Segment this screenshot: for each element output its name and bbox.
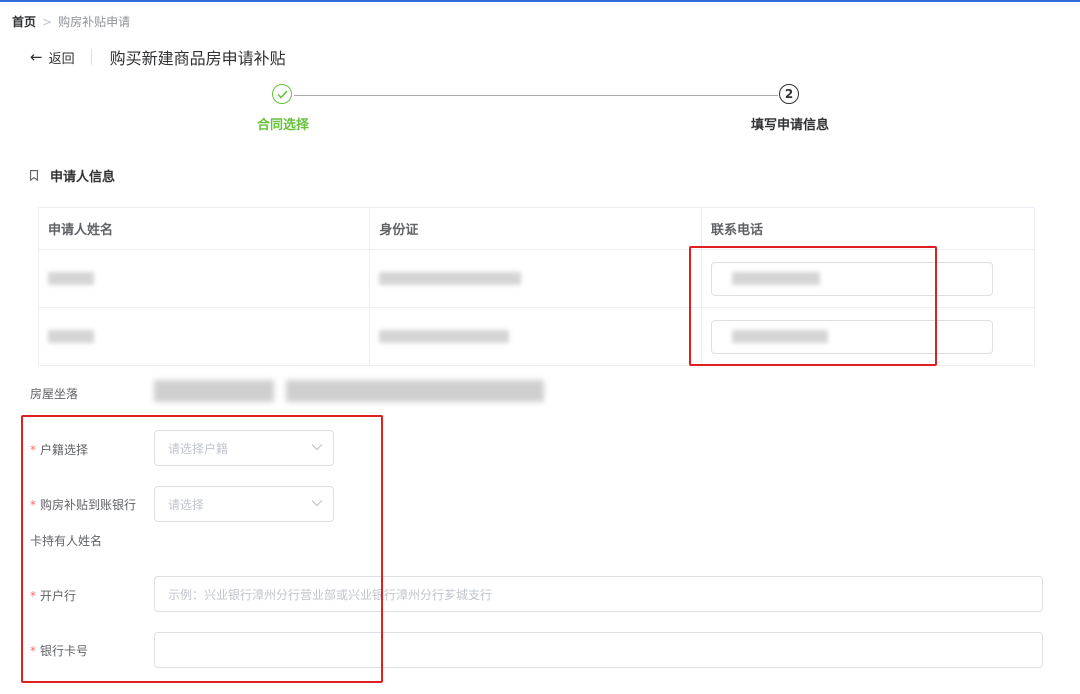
cell-name: [37, 249, 371, 308]
cell-id-card: [369, 249, 703, 308]
column-header-id-card: 身份证: [369, 207, 703, 250]
page-title: 购买新建商品房申请补贴: [109, 49, 286, 68]
cell-name: [37, 307, 371, 366]
column-header-name: 申请人姓名: [37, 207, 371, 250]
back-button[interactable]: 返回: [49, 48, 75, 67]
breadcrumb-current: 购房补贴申请: [58, 15, 131, 29]
highlight-box-form: [21, 415, 383, 683]
steps-indicator: 合同选择 2 填写申请信息: [0, 84, 1080, 144]
table-header-row: 申请人姓名 身份证 联系电话: [37, 207, 1035, 250]
page-header: ← 返回 购买新建商品房申请补贴: [30, 46, 286, 68]
step-1-label: 合同选择: [256, 118, 310, 133]
step-1-check-icon: [272, 84, 292, 104]
redacted-house-location: [154, 380, 274, 402]
section-title-text: 申请人信息: [50, 170, 116, 185]
redacted-name: [48, 272, 94, 285]
house-location-label: 房屋坐落: [30, 387, 79, 401]
redacted-name: [48, 330, 94, 343]
highlight-box-phone: [689, 246, 937, 366]
redacted-id-card: [379, 272, 522, 285]
column-header-phone: 联系电话: [701, 207, 1035, 250]
section-title: 申请人信息: [30, 166, 115, 185]
header-divider: [90, 49, 92, 65]
breadcrumb-home[interactable]: 首页: [12, 15, 36, 29]
breadcrumb: 首页 > 购房补贴申请: [12, 14, 130, 30]
step-connector-line: [294, 95, 778, 96]
step-2-label: 填写申请信息: [750, 118, 830, 133]
back-arrow-icon[interactable]: ←: [30, 49, 43, 65]
redacted-id-card: [379, 330, 510, 343]
step-2-circle: 2: [779, 84, 799, 104]
breadcrumb-separator: >: [42, 15, 53, 29]
top-accent-bar: [0, 0, 1080, 2]
bookmark-icon: [30, 170, 38, 181]
redacted-house-location: [286, 380, 544, 402]
cell-id-card: [369, 307, 703, 366]
